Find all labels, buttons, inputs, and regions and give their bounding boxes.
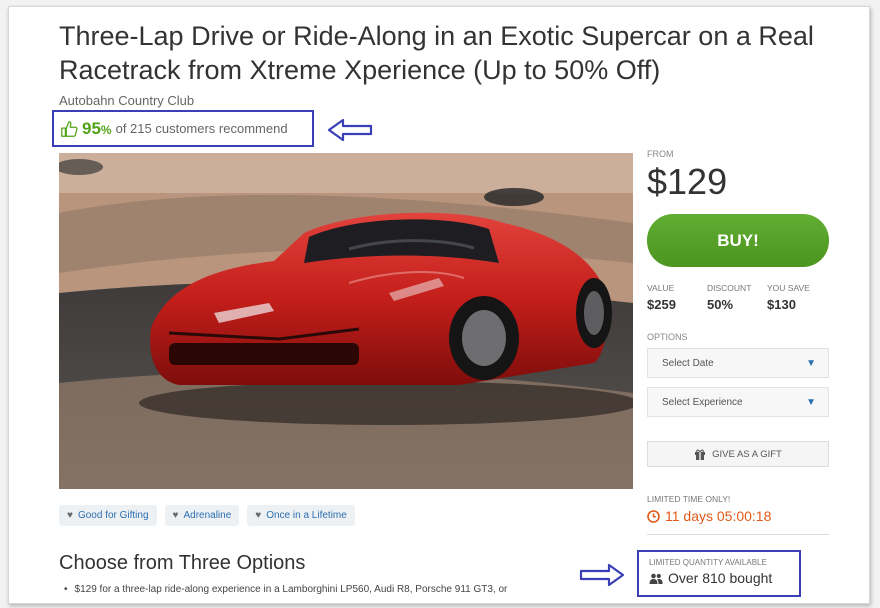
- timer-text: 11 days 05:00:18: [665, 508, 772, 524]
- tag-adrenaline[interactable]: ♥ Adrenaline: [164, 505, 240, 526]
- options-label: OPTIONS: [647, 332, 688, 342]
- stat-label: VALUE: [647, 283, 675, 293]
- gift-label: GIVE AS A GIFT: [712, 448, 782, 460]
- stat-label: YOU SAVE: [767, 283, 810, 293]
- chevron-down-icon: ▼: [806, 357, 816, 369]
- heart-icon: ♥: [67, 510, 73, 521]
- from-label: FROM: [647, 149, 674, 159]
- chevron-down-icon: ▼: [806, 396, 816, 408]
- stat-discount: DISCOUNT 50%: [707, 283, 767, 312]
- tag-label: Good for Gifting: [77, 510, 149, 521]
- price: $129: [647, 161, 728, 202]
- bought-count: Over 810 bought: [649, 570, 799, 586]
- gift-icon: [695, 449, 706, 460]
- select-date-label: Select Date: [662, 357, 714, 369]
- divider: [647, 534, 829, 535]
- countdown-timer: 11 days 05:00:18: [647, 508, 829, 524]
- stat-amount: $130: [767, 297, 796, 312]
- buy-button[interactable]: BUY!: [647, 214, 829, 267]
- select-experience-dropdown[interactable]: Select Experience ▼: [647, 387, 829, 417]
- tag-label: Once in a Lifetime: [266, 510, 347, 521]
- hero-image[interactable]: [59, 153, 633, 489]
- tag-once-in-a-lifetime[interactable]: ♥ Once in a Lifetime: [247, 505, 355, 526]
- people-icon: [649, 573, 663, 584]
- option-bullet: $129 for a three-lap ride-along experien…: [64, 584, 508, 595]
- tag-good-for-gifting[interactable]: ♥ Good for Gifting: [59, 505, 157, 526]
- heart-icon: ♥: [255, 510, 262, 521]
- clock-icon: [647, 509, 660, 523]
- stat-value: VALUE $259: [647, 283, 707, 312]
- stat-you-save: YOU SAVE $130: [767, 283, 827, 312]
- merchant-name[interactable]: Autobahn Country Club: [59, 93, 194, 108]
- car-photo-icon: [59, 153, 633, 489]
- right-arrow-icon: [579, 563, 625, 587]
- tags-row: ♥ Good for Gifting ♥ Adrenaline ♥ Once i…: [59, 505, 355, 526]
- recommend-percent: 95%: [82, 118, 112, 138]
- recommend-text: of 215 customers recommend: [115, 121, 288, 136]
- select-date-dropdown[interactable]: Select Date ▼: [647, 348, 829, 378]
- thumbs-up-icon: [61, 120, 78, 137]
- purchase-sidebar: FROM $129 BUY! VALUE $259 DISCOUNT 50% Y…: [647, 149, 829, 535]
- recommend-highlight: 95% of 215 customers recommend: [52, 110, 314, 147]
- give-as-gift-button[interactable]: GIVE AS A GIFT: [647, 441, 829, 467]
- stat-label: DISCOUNT: [707, 283, 752, 293]
- deal-title: Three-Lap Drive or Ride-Along in an Exot…: [59, 21, 814, 85]
- deal-stats: VALUE $259 DISCOUNT 50% YOU SAVE $130: [647, 283, 829, 312]
- limited-quantity-label: LIMITED QUANTITY AVAILABLE: [649, 558, 767, 567]
- stat-amount: $259: [647, 297, 676, 312]
- stat-amount: 50%: [707, 297, 734, 312]
- heart-icon: ♥: [172, 510, 179, 521]
- left-arrow-icon: [327, 118, 373, 142]
- options-heading: Choose from Three Options: [59, 552, 306, 574]
- tag-label: Adrenaline: [183, 510, 232, 521]
- deal-page: Three-Lap Drive or Ride-Along in an Exot…: [8, 6, 870, 604]
- limited-time-label: LIMITED TIME ONLY!: [647, 494, 731, 504]
- limited-quantity-highlight: LIMITED QUANTITY AVAILABLE Over 810 boug…: [637, 550, 801, 597]
- bought-text: Over 810 bought: [668, 570, 773, 586]
- select-experience-label: Select Experience: [662, 396, 743, 408]
